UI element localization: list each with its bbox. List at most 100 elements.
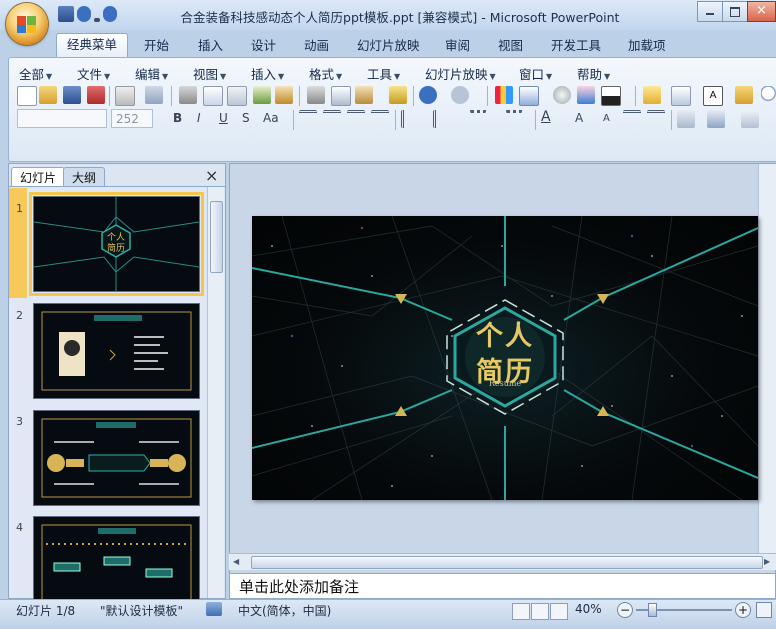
layout-icon[interactable] [671, 86, 691, 106]
tab-classic-menu[interactable]: 经典菜单 [56, 33, 129, 58]
align-center-icon[interactable] [323, 110, 341, 125]
format-painter-icon[interactable] [389, 86, 407, 104]
office-button[interactable] [6, 3, 48, 45]
zoom-in-button[interactable]: + [735, 602, 751, 618]
clipart-icon[interactable] [553, 86, 571, 104]
notes-pane[interactable]: 单击此处添加备注 [229, 573, 776, 599]
menu-format[interactable]: 格式 ▼ [309, 64, 342, 83]
print-icon[interactable] [179, 86, 197, 104]
spell-check-icon[interactable] [206, 602, 222, 616]
undo-icon[interactable] [77, 6, 91, 22]
publish-icon[interactable] [145, 86, 163, 104]
pane-scrollbar[interactable] [207, 187, 224, 598]
main-horizontal-scrollbar[interactable]: ◀ ▶ [229, 553, 776, 570]
tab-home[interactable]: 开始 [134, 35, 179, 57]
design-icon[interactable] [677, 110, 695, 128]
scroll-left-icon[interactable]: ◀ [233, 557, 239, 566]
tab-view[interactable]: 视图 [488, 35, 533, 57]
close-window-button[interactable]: × [747, 1, 776, 22]
columns-icon[interactable] [433, 110, 448, 128]
qat-customize-icon[interactable] [120, 6, 128, 22]
theme-name[interactable]: "默认设计模板" [100, 602, 183, 619]
undo-icon[interactable] [419, 86, 437, 104]
close-pane-button[interactable]: × [205, 166, 218, 185]
tab-developer[interactable]: 开发工具 [541, 35, 611, 57]
folder-icon[interactable] [735, 86, 753, 104]
slideshow-view-button[interactable] [550, 603, 568, 620]
tab-outline[interactable]: 大纲 [63, 167, 106, 188]
font-name-combo[interactable] [17, 109, 107, 128]
tab-animation[interactable]: 动画 [294, 35, 339, 57]
new-slide-icon[interactable] [643, 86, 661, 104]
table-icon[interactable] [519, 86, 539, 106]
scrollbar-thumb[interactable] [210, 201, 223, 273]
normal-view-button[interactable] [512, 603, 530, 620]
zoom-level[interactable]: 40% [575, 602, 602, 616]
textbox-icon[interactable]: A [703, 86, 723, 106]
decrease-indent-icon[interactable] [623, 110, 641, 125]
slide-thumbnail-4[interactable] [33, 516, 200, 600]
slide-thumbnail-1[interactable]: 个人 简历 [29, 192, 204, 296]
minimize-button[interactable] [697, 1, 723, 22]
spelling-icon[interactable] [253, 86, 271, 104]
tab-addins[interactable]: 加载项 [618, 35, 676, 57]
page-setup-icon[interactable] [227, 86, 247, 106]
shadow-button[interactable]: S [242, 111, 250, 125]
paste-icon[interactable] [355, 86, 373, 104]
text-direction-icon[interactable] [401, 110, 416, 128]
menu-view[interactable]: 视图 ▼ [193, 64, 226, 83]
restore-button[interactable] [722, 1, 748, 22]
permission-icon[interactable] [87, 86, 105, 104]
zoom-search-icon[interactable] [761, 86, 776, 104]
increase-indent-icon[interactable] [647, 110, 665, 125]
grayscale-icon[interactable] [601, 86, 621, 106]
save-icon[interactable] [63, 86, 81, 104]
bullets-icon[interactable] [505, 110, 523, 125]
justify-icon[interactable] [371, 110, 389, 125]
tab-insert[interactable]: 插入 [188, 35, 233, 57]
research-icon[interactable] [275, 86, 293, 104]
font-size-combo[interactable]: 252 [111, 109, 153, 128]
copy-icon[interactable] [331, 86, 351, 106]
tab-review[interactable]: 审阅 [435, 35, 480, 57]
horizontal-scroll-thumb[interactable] [251, 556, 763, 569]
dropdown-arrow-icon[interactable] [94, 18, 100, 22]
align-left-icon[interactable] [299, 110, 317, 125]
menu-insert[interactable]: 插入 ▼ [251, 64, 284, 83]
cut-icon[interactable] [307, 86, 325, 104]
underline-button[interactable]: U [219, 111, 228, 125]
shapes-icon[interactable] [741, 110, 759, 128]
save-icon[interactable] [58, 6, 74, 22]
main-vertical-scrollbar[interactable] [758, 164, 776, 554]
zoom-slider-thumb[interactable] [648, 603, 657, 617]
menu-all[interactable]: 全部 ▼ [19, 64, 52, 83]
increase-font-button[interactable]: A [575, 111, 583, 125]
numbering-icon[interactable] [469, 110, 487, 125]
change-case-button[interactable]: Aa [263, 111, 279, 125]
tab-slides[interactable]: 幻灯片 [11, 167, 66, 188]
arrange-icon[interactable] [707, 110, 725, 128]
slide-canvas[interactable]: 个人 简历 Resume [251, 215, 759, 501]
menu-tools[interactable]: 工具 ▼ [367, 64, 400, 83]
menu-help[interactable]: 帮助 ▼ [577, 64, 610, 83]
zoom-out-button[interactable]: − [617, 602, 633, 618]
font-color-button[interactable]: A [541, 109, 551, 125]
redo-icon[interactable] [451, 86, 469, 104]
bold-button[interactable]: B [173, 111, 182, 125]
slide-thumbnail-2[interactable] [33, 303, 200, 399]
scroll-right-icon[interactable]: ▶ [764, 557, 770, 566]
tab-design[interactable]: 设计 [241, 35, 286, 57]
chart-icon[interactable] [495, 86, 513, 104]
open-folder-icon[interactable] [39, 86, 57, 104]
italic-button[interactable]: I [197, 111, 201, 125]
decrease-font-button[interactable]: A [603, 113, 610, 124]
language-indicator[interactable]: 中文(简体，中国) [238, 602, 331, 619]
menu-window[interactable]: 窗口 ▼ [519, 64, 552, 83]
color-icon[interactable] [577, 86, 595, 104]
print-preview-icon[interactable] [203, 86, 223, 106]
menu-file[interactable]: 文件 ▼ [77, 64, 110, 83]
new-file-icon[interactable] [17, 86, 37, 106]
email-icon[interactable] [115, 86, 135, 106]
menu-slideshow[interactable]: 幻灯片放映 ▼ [425, 64, 496, 83]
slide-thumbnail-3[interactable] [33, 410, 200, 506]
